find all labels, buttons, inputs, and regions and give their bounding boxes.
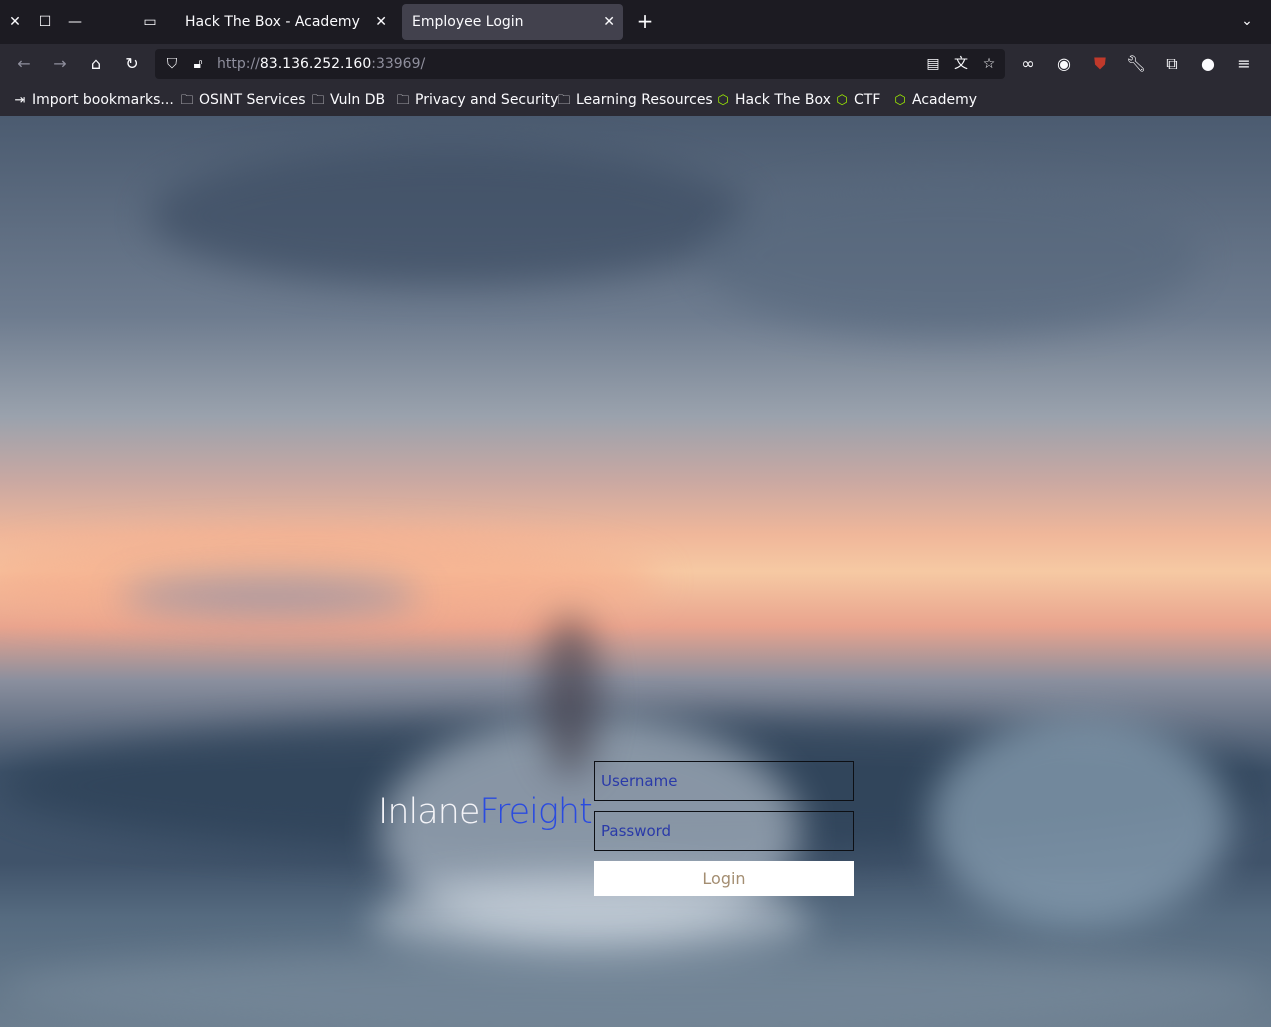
import-icon: ⇥ bbox=[14, 93, 26, 108]
bookmark-star-icon[interactable]: ☆ bbox=[978, 53, 1000, 75]
close-tab-icon[interactable]: ✕ bbox=[375, 4, 387, 40]
close-tab-icon[interactable]: ✕ bbox=[603, 4, 615, 40]
brand-logo: InlaneFreight bbox=[378, 792, 593, 832]
htb-cube-icon: ⬡ bbox=[894, 93, 906, 108]
folder-icon: 🗀︎ bbox=[180, 93, 194, 108]
bookmark-vuln-db[interactable]: 🗀︎ Vuln DB bbox=[310, 90, 385, 110]
insecure-lock-icon[interactable]: 🔓︎ bbox=[187, 53, 209, 75]
folder-icon: 🗀︎ bbox=[396, 93, 410, 108]
list-all-tabs-icon[interactable]: ⌄ bbox=[1236, 10, 1258, 32]
forward-icon[interactable]: → bbox=[48, 52, 72, 76]
htb-cube-icon: ⬡ bbox=[836, 93, 848, 108]
maximize-window-icon[interactable]: ☐ bbox=[35, 12, 55, 32]
minimize-window-icon[interactable]: — bbox=[65, 12, 85, 32]
tab-hack-the-box-academy[interactable]: Hack The Box - Academy ✕ bbox=[175, 4, 395, 40]
cookie-extension-icon[interactable]: ● bbox=[1196, 52, 1220, 76]
firefox-view-icon[interactable]: ▭ bbox=[140, 12, 160, 32]
tab-label: Employee Login bbox=[412, 14, 524, 30]
bookmark-learning-resources[interactable]: 🗀︎ Learning Resources bbox=[556, 90, 712, 110]
folder-icon: 🗀︎ bbox=[557, 93, 571, 108]
bookmark-hack-the-box[interactable]: ⬡ Hack The Box bbox=[715, 90, 831, 110]
ublock-icon[interactable]: ⛊ bbox=[1088, 52, 1112, 76]
close-window-icon[interactable]: ✕ bbox=[5, 12, 25, 32]
browser-chrome: ✕ ☐ — ▭ Hack The Box - Academy ✕ Employe… bbox=[0, 0, 1271, 116]
url-text[interactable]: http://83.136.252.160:33969/ bbox=[217, 49, 425, 79]
back-icon[interactable]: ← bbox=[12, 52, 36, 76]
password-input[interactable] bbox=[594, 811, 854, 851]
url-bar[interactable]: ⛉ 🔓︎ http://83.136.252.160:33969/ ▤ 文 ☆ bbox=[155, 49, 1005, 79]
translate-icon[interactable]: 文 bbox=[950, 53, 972, 75]
bookmarks-toolbar: ⇥ Import bookmarks... 🗀︎ OSINT Services 🗀︎… bbox=[0, 84, 1271, 116]
reader-view-icon[interactable]: ▤ bbox=[922, 53, 944, 75]
folder-icon: 🗀︎ bbox=[311, 93, 325, 108]
login-button[interactable]: Login bbox=[594, 861, 854, 896]
bookmark-osint-services[interactable]: 🗀︎ OSINT Services bbox=[179, 90, 305, 110]
home-icon[interactable]: ⌂ bbox=[84, 52, 108, 76]
htb-cube-icon: ⬡ bbox=[717, 93, 729, 108]
reload-icon[interactable]: ↻ bbox=[120, 52, 144, 76]
wrench-icon[interactable]: 🔧︎ bbox=[1124, 52, 1148, 76]
extensions-icon[interactable]: ⧉ bbox=[1160, 52, 1184, 76]
new-tab-button[interactable]: + bbox=[634, 10, 656, 32]
page-content: InlaneFreight Login bbox=[0, 116, 1271, 1027]
shield-icon[interactable]: ⛉ bbox=[161, 53, 183, 75]
bookmark-privacy-and-security[interactable]: 🗀︎ Privacy and Security bbox=[395, 90, 558, 110]
private-mask-icon[interactable]: ∞ bbox=[1016, 52, 1040, 76]
tab-employee-login[interactable]: Employee Login ✕ bbox=[402, 4, 623, 40]
menu-icon[interactable]: ≡ bbox=[1232, 52, 1256, 76]
title-bar: ✕ ☐ — ▭ Hack The Box - Academy ✕ Employe… bbox=[0, 0, 1271, 44]
bookmark-import[interactable]: ⇥ Import bookmarks... bbox=[12, 90, 174, 110]
navigation-bar: ← → ⌂ ↻ ⛉ 🔓︎ http://83.136.252.160:33969… bbox=[0, 44, 1271, 84]
bookmark-ctf[interactable]: ⬡ CTF bbox=[834, 90, 880, 110]
tab-label: Hack The Box - Academy bbox=[185, 14, 360, 30]
account-icon[interactable]: ◉ bbox=[1052, 52, 1076, 76]
username-input[interactable] bbox=[594, 761, 854, 801]
bookmark-academy[interactable]: ⬡ Academy bbox=[892, 90, 977, 110]
